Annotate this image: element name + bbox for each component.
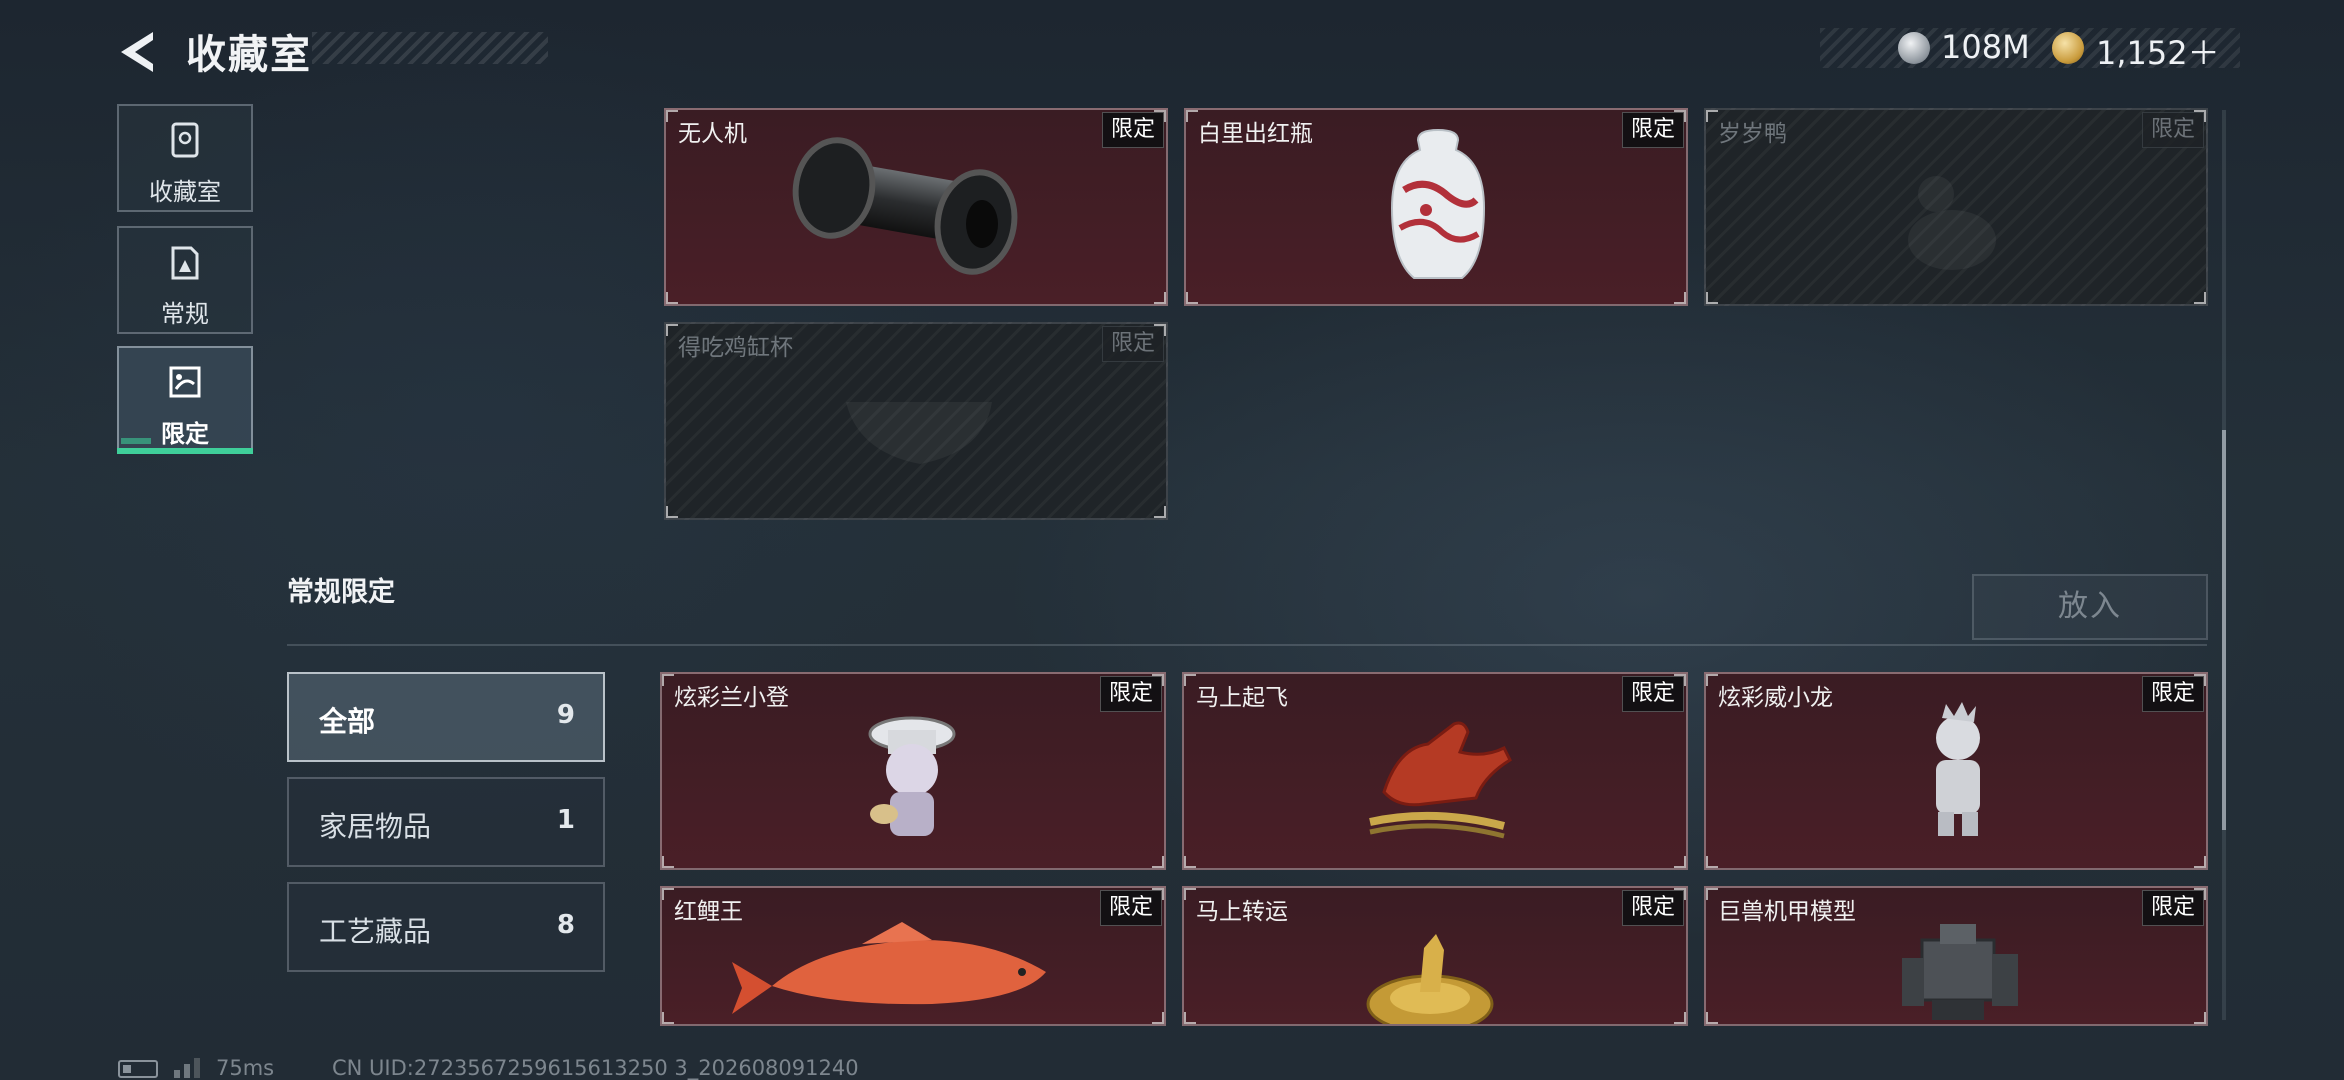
nav-collection-room[interactable]: 收藏室: [117, 104, 253, 212]
collection-card-cup[interactable]: 得吃鸡缸杯 限定: [664, 322, 1168, 520]
card-corner-bracket: [1184, 888, 1196, 900]
section-title: 常规限定: [287, 577, 395, 608]
filter-home-goods[interactable]: 家居物品 1: [287, 777, 605, 867]
filter-label: 家居物品: [319, 810, 432, 843]
filter-label: 工艺藏品: [319, 915, 432, 948]
card-corner-bracket: [1706, 674, 1718, 686]
card-name: 红鲤王: [674, 899, 743, 925]
card-corner-bracket: [1674, 856, 1686, 868]
card-corner-bracket: [1674, 674, 1686, 686]
card-corner-bracket: [1674, 888, 1686, 900]
collection-card-carp[interactable]: 红鲤王 限定: [660, 886, 1166, 1026]
nav-label: 收藏室: [149, 178, 221, 206]
collection-room-icon: [171, 122, 199, 158]
nav-label: 常规: [161, 300, 209, 328]
card-name: 马上转运: [1196, 899, 1288, 925]
card-corner-bracket: [1706, 292, 1718, 304]
card-corner-bracket: [1706, 1012, 1718, 1024]
gold-coin-icon: [2052, 32, 2084, 64]
card-corner-bracket: [1152, 856, 1164, 868]
card-corner-bracket: [666, 292, 678, 304]
filter-all[interactable]: 全部 9: [287, 672, 605, 762]
card-corner-bracket: [1186, 292, 1198, 304]
title-decoration: [312, 32, 548, 64]
card-corner-bracket: [1154, 324, 1166, 336]
card-corner-bracket: [2194, 1012, 2206, 1024]
card-name: 马上起飞: [1196, 685, 1288, 711]
collection-card-dragon-figurine[interactable]: 炫彩威小龙 限定: [1704, 672, 2208, 870]
nav-active-underline: [117, 448, 253, 454]
scrollbar-thumb[interactable]: [2222, 430, 2226, 830]
filter-crafts[interactable]: 工艺藏品 8: [287, 882, 605, 972]
card-corner-bracket: [1674, 292, 1686, 304]
filter-label: 全部: [319, 705, 376, 738]
card-corner-bracket: [1706, 856, 1718, 868]
card-corner-bracket: [2194, 110, 2206, 122]
card-corner-bracket: [1154, 110, 1166, 122]
collection-card-duck[interactable]: 岁岁鸭 限定: [1704, 108, 2208, 306]
nav-regular[interactable]: 常规: [117, 226, 253, 334]
card-name: 白里出红瓶: [1198, 121, 1313, 147]
card-corner-bracket: [662, 674, 674, 686]
card-corner-bracket: [1152, 1012, 1164, 1024]
filter-count: 9: [556, 700, 575, 730]
regular-icon: [171, 246, 199, 280]
collection-card-vase[interactable]: 白里出红瓶 限定: [1184, 108, 1688, 306]
card-corner-bracket: [1154, 292, 1166, 304]
card-corner-bracket: [2194, 674, 2206, 686]
card-corner-bracket: [1186, 110, 1198, 122]
collection-card-figurine[interactable]: 炫彩兰小登 限定: [660, 672, 1166, 870]
card-name: 无人机: [678, 121, 747, 147]
card-corner-bracket: [666, 324, 678, 336]
collection-card-golden-compass[interactable]: 马上转运 限定: [1182, 886, 1688, 1026]
card-corner-bracket: [2194, 856, 2206, 868]
card-corner-bracket: [662, 1012, 674, 1024]
collection-card-mech-model[interactable]: 巨兽机甲模型 限定: [1704, 886, 2208, 1026]
card-corner-bracket: [1152, 888, 1164, 900]
battery-icon: [118, 1060, 158, 1078]
collection-card-drone[interactable]: 无人机 限定: [664, 108, 1168, 306]
card-corner-bracket: [1154, 506, 1166, 518]
signal-icon: [174, 1058, 200, 1078]
card-name: 炫彩威小龙: [1718, 685, 1833, 711]
silver-coin-icon: [1898, 32, 1930, 64]
card-name: 得吃鸡缸杯: [678, 335, 793, 361]
page-title: 收藏室: [186, 32, 312, 78]
card-corner-bracket: [1706, 110, 1718, 122]
card-corner-bracket: [666, 110, 678, 122]
card-corner-bracket: [1184, 674, 1196, 686]
card-corner-bracket: [2194, 292, 2206, 304]
back-arrow-icon[interactable]: [115, 28, 163, 76]
card-name: 岁岁鸭: [1718, 121, 1787, 147]
filter-count: 1: [556, 805, 575, 835]
card-corner-bracket: [662, 856, 674, 868]
card-corner-bracket: [2194, 888, 2206, 900]
card-corner-bracket: [1674, 1012, 1686, 1024]
section-divider: [287, 644, 2207, 646]
card-name: 巨兽机甲模型: [1718, 899, 1856, 925]
ping-value: 75ms: [216, 1056, 275, 1080]
collection-card-horse[interactable]: 马上起飞 限定: [1182, 672, 1688, 870]
card-corner-bracket: [1674, 110, 1686, 122]
card-corner-bracket: [1152, 674, 1164, 686]
card-name: 炫彩兰小登: [674, 685, 789, 711]
card-corner-bracket: [662, 888, 674, 900]
card-corner-bracket: [1184, 856, 1196, 868]
uid-text: CN UID:2723567259615613250 3_20260809124…: [332, 1056, 859, 1080]
limited-icon: [169, 366, 201, 398]
card-corner-bracket: [1706, 888, 1718, 900]
nav-progress-indicator: [121, 438, 151, 444]
card-corner-bracket: [666, 506, 678, 518]
filter-count: 8: [556, 910, 575, 940]
gold-currency-value[interactable]: 1,152＋: [2096, 28, 2220, 74]
put-in-button[interactable]: 放入: [1972, 574, 2208, 640]
card-corner-bracket: [1184, 1012, 1196, 1024]
silver-currency-value: 108M: [1941, 28, 2030, 66]
